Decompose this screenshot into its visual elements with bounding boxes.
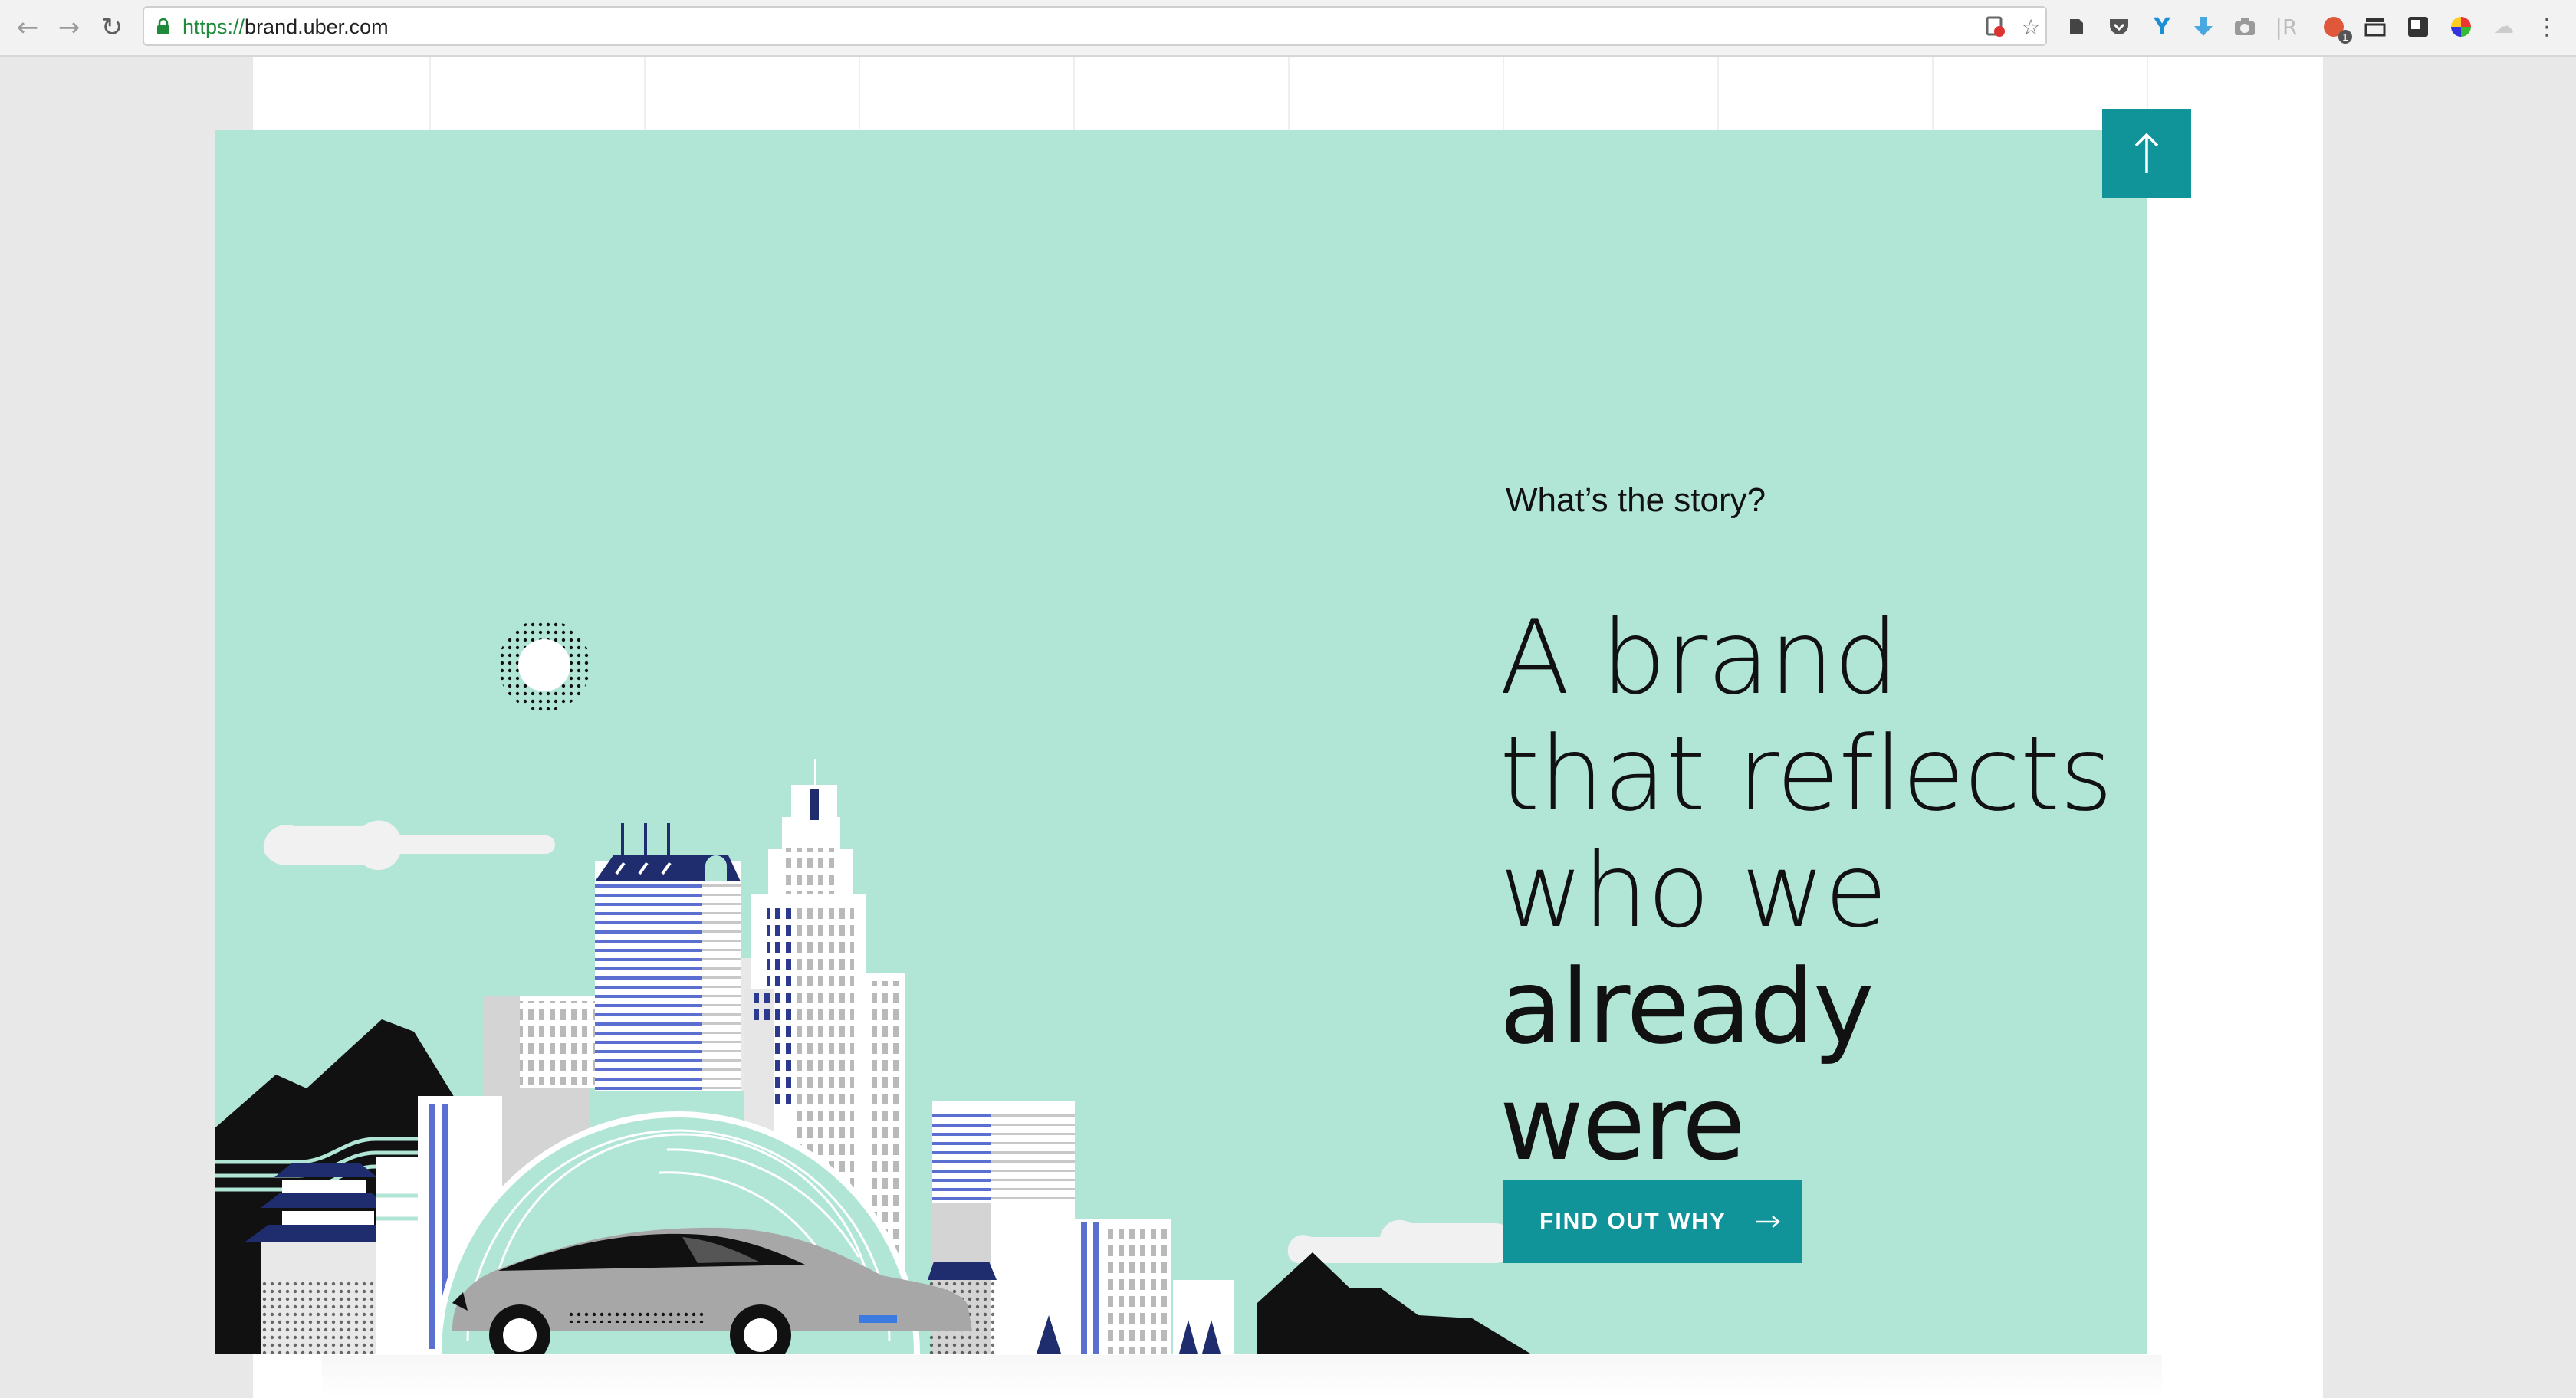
browser-toolbar: ← → ↻ https://brand.uber.com ☆ Y |R 1 ☁ …: [0, 0, 2576, 57]
cta-label: FIND OUT WHY: [1539, 1209, 1727, 1234]
camera-icon[interactable]: [2231, 13, 2259, 41]
vimeo-extension-icon[interactable]: Y: [2148, 13, 2176, 41]
url-scheme: https://: [182, 15, 245, 38]
forward-button[interactable]: →: [52, 11, 86, 44]
arrow-left-icon: ←: [16, 12, 39, 43]
cloud: [263, 820, 555, 871]
translate-icon[interactable]: [2404, 13, 2432, 41]
hero-headline: A brand that reflects who we already wer…: [1500, 599, 2147, 1182]
blocked-content-icon[interactable]: [1983, 14, 2009, 40]
back-button[interactable]: ←: [11, 11, 44, 44]
pocket-icon[interactable]: [2105, 13, 2133, 41]
headline-line: who we: [1500, 831, 1888, 950]
download-icon[interactable]: [2190, 13, 2217, 41]
city-car-illustration: [215, 619, 1530, 1354]
hero-section: What’s the story? A brand that reflects …: [215, 130, 2147, 1354]
section-eyebrow: What’s the story?: [1506, 481, 1766, 519]
menu-kebab-icon[interactable]: ⋮: [2533, 13, 2561, 41]
scroll-to-top-button[interactable]: [2102, 109, 2191, 198]
mountain: [1257, 1252, 1530, 1354]
lock-icon: [157, 18, 169, 34]
cloud: [1287, 1219, 1515, 1264]
arrow-right-icon: [1755, 1216, 1780, 1228]
grid-guide: [644, 57, 646, 130]
url-host: brand.uber.com: [245, 15, 389, 38]
find-out-why-button[interactable]: FIND OUT WHY: [1503, 1180, 1802, 1263]
reload-icon: ↻: [100, 12, 123, 43]
grid-guide: [859, 57, 860, 130]
grid-guide: [1288, 57, 1290, 130]
reader-icon[interactable]: |R: [2272, 13, 2300, 41]
page-footer-edge: [322, 1355, 2162, 1398]
bookmark-star-icon[interactable]: ☆: [2018, 14, 2044, 40]
grid-guide: [1932, 57, 1934, 130]
extension-badge: 1: [2338, 30, 2352, 44]
building-group: [928, 1101, 1234, 1354]
address-bar[interactable]: https://brand.uber.com ☆: [143, 6, 2047, 46]
headline-line: A brand: [1500, 598, 1899, 717]
color-picker-icon[interactable]: [2447, 13, 2475, 41]
reload-button[interactable]: ↻: [95, 11, 129, 44]
sun: [518, 639, 570, 691]
headline-emphasis: already were: [1500, 947, 1874, 1183]
grid-guide: [1717, 57, 1719, 130]
headline-line: that reflects: [1500, 714, 2113, 834]
arrow-right-icon: →: [58, 12, 80, 43]
url-text: https://brand.uber.com: [182, 15, 389, 39]
grid-guide: [1503, 57, 1504, 130]
extension-notifier-icon[interactable]: 1: [2320, 13, 2352, 44]
extension-evernote-icon[interactable]: [2062, 13, 2090, 41]
cloud-icon[interactable]: ☁: [2490, 13, 2518, 41]
arrow-up-icon: [2134, 133, 2159, 173]
grid-guide: [429, 57, 431, 130]
grid-guide: [1073, 57, 1075, 130]
stack-icon[interactable]: [2361, 13, 2389, 41]
